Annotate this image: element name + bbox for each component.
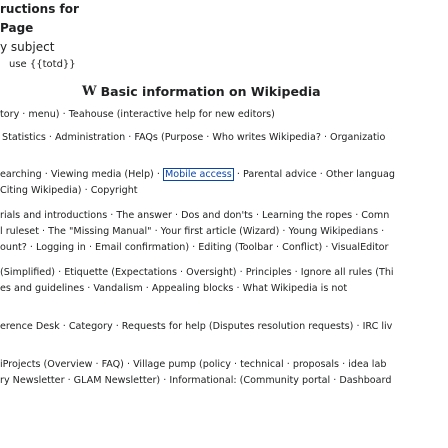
instructions-text[interactable]: ructions for <box>0 2 79 16</box>
wikipedia-w-icon: W <box>82 84 97 99</box>
reading-links-b[interactable]: · Parental advice · Other languag <box>234 169 395 180</box>
reading-links-a[interactable]: earching · Viewing media (Help) · <box>0 169 163 180</box>
newsletters-row[interactable]: ry Newsletter · GLAM Newsletter) · Infor… <box>0 375 391 387</box>
reading-row: earching · Viewing media (Help) · Mobile… <box>0 168 395 181</box>
subject-text[interactable]: y subject <box>0 40 54 54</box>
policies-row[interactable]: (Simplified) · Etiquette (Expectations ·… <box>0 267 394 279</box>
help-menu-row[interactable]: tory · menu) · Teahouse (interactive hel… <box>0 109 275 121</box>
guidelines-row[interactable]: es and guidelines · Vandalism · Appealin… <box>0 283 347 295</box>
navbox-header: W Basic information on Wikipedia <box>82 84 321 99</box>
mobile-access-link[interactable]: Mobile access <box>162 168 234 181</box>
help-desk-row[interactable]: erence Desk · Category · Requests for he… <box>0 321 392 333</box>
community-row[interactable]: iProjects (Overview · FAQ) · Village pum… <box>0 359 386 371</box>
totd-template-text: use {{totd}} <box>9 59 76 70</box>
ruleset-row[interactable]: l ruleset · The "Missing Manual" · Your … <box>0 226 384 238</box>
page-text[interactable]: Page <box>0 21 33 35</box>
tutorials-row[interactable]: rials and introductions · The answer · D… <box>0 210 389 222</box>
about-row[interactable]: Statistics · Administration · FAQs (Purp… <box>2 132 385 144</box>
navbox-title[interactable]: Basic information on Wikipedia <box>101 84 321 99</box>
account-row[interactable]: ount? · Logging in · Email confirmation)… <box>0 242 388 254</box>
citing-row[interactable]: Citing Wikipedia) · Copyright <box>0 185 138 197</box>
